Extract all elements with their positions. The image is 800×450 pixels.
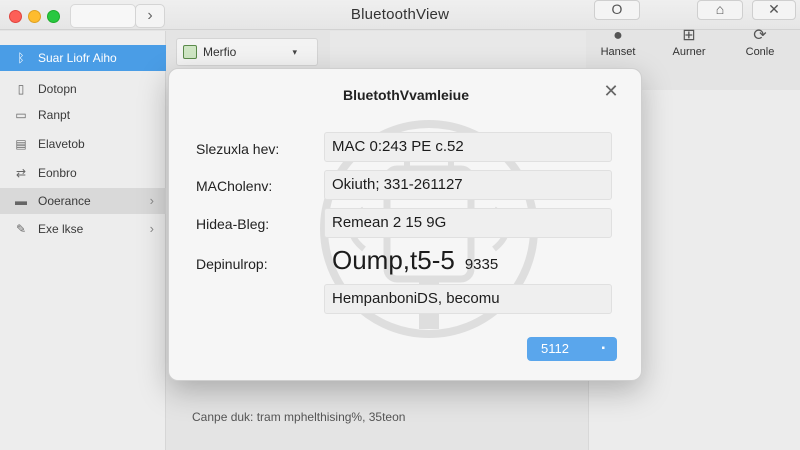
grid-icon: ⊞ — [682, 27, 696, 44]
info-icon: ● — [613, 27, 623, 44]
sidebar-item-tools[interactable]: ✎ Exe lkse › — [0, 216, 166, 242]
sidebar-item-label: Ooerance — [38, 194, 91, 208]
action-label: Aurner — [672, 46, 706, 58]
field-value: MAC 0:243 PE c.52 — [332, 138, 464, 155]
status-text: Canpe duk: tram mphelthising%, 35teon — [192, 410, 406, 424]
chevron-down-icon: ▾ — [292, 47, 297, 57]
action-button-info[interactable]: ● Hanset — [587, 26, 649, 70]
sidebar-item-label: Suar Liofr Aiho — [38, 51, 117, 65]
tools-icon: ✎ — [15, 222, 27, 236]
action-button-refresh[interactable]: ⟳ Conle — [729, 26, 791, 70]
sidebar: ᛒ Suar Liofr Aiho ▯ Dotopn ▭ Ranpt ▤ Ela… — [0, 31, 166, 450]
monitor-icon: ▭ — [15, 108, 27, 122]
sidebar-item-label: Eonbro — [38, 166, 77, 180]
chevron-right-icon: › — [149, 221, 154, 236]
file-icon: ▤ — [15, 137, 27, 151]
action-label: Hanset — [600, 46, 636, 58]
toolbar-home-button[interactable]: ⌂ — [697, 0, 743, 20]
sidebar-item-drive[interactable]: ▬ Ooerance › — [0, 188, 166, 214]
field-label: Slezuxla hev: — [196, 141, 280, 157]
device-icon: ▯ — [17, 82, 25, 96]
field-value-main: Oump,t5-5 — [332, 245, 455, 275]
circle-icon: O — [611, 1, 623, 17]
field-value: HempanboniDS, becomu — [332, 290, 500, 307]
toolbar-circle-button[interactable]: O — [594, 0, 640, 20]
field-value: Okiuth; 331-261127 — [332, 176, 463, 193]
square-icon: ▪ — [601, 343, 605, 354]
dialog-title: BluetothVvamleiue — [342, 87, 470, 103]
image-icon — [183, 45, 197, 59]
field-label: Depinulrop: — [196, 256, 268, 272]
field-value-large: Oump,t5-5 9335 — [332, 245, 498, 276]
sidebar-item-label: Elavetob — [38, 137, 85, 151]
connection-icon: ⇄ — [15, 166, 27, 180]
toolbar-close-button[interactable]: ✕ — [752, 0, 796, 20]
view-dropdown[interactable]: Merfio ▾ — [176, 38, 318, 66]
dropdown-label: Merfio — [203, 45, 237, 59]
sidebar-item-files[interactable]: ▤ Elavetob — [0, 131, 166, 157]
sidebar-item-label: Exe lkse — [38, 222, 84, 236]
field-value: Remean 2 15 9G — [332, 214, 447, 231]
drive-icon: ▬ — [15, 194, 27, 208]
close-icon: ✕ — [768, 1, 780, 17]
sidebar-item-devices[interactable]: ▯ Dotopn — [0, 76, 166, 102]
sidebar-item-connection[interactable]: ⇄ Eonbro — [0, 160, 166, 186]
sidebar-item-monitor[interactable]: ▭ Ranpt — [0, 102, 166, 128]
action-button-grid[interactable]: ⊞ Aurner — [658, 26, 720, 70]
button-label: 5112 — [541, 341, 569, 356]
action-label: Conle — [745, 46, 775, 58]
close-icon[interactable]: ✕ — [601, 81, 621, 101]
device-info-dialog: BluetothVvamleiue ✕ Slezuxla hev: MAC 0:… — [168, 68, 642, 381]
refresh-icon: ⟳ — [753, 27, 767, 44]
chevron-right-icon: › — [149, 193, 154, 208]
sidebar-item-label: Dotopn — [38, 82, 77, 96]
field-label: MACholenv: — [196, 178, 273, 194]
sidebar-item-label: Ranpt — [38, 108, 71, 122]
dialog-action-button[interactable]: 5112 ▪ — [527, 337, 617, 361]
field-value-suffix: 9335 — [464, 256, 499, 273]
bluetooth-icon: ᛒ — [17, 51, 25, 65]
field-label: Hidea-Bleg: — [196, 216, 270, 232]
sidebar-item-bluetooth[interactable]: ᛒ Suar Liofr Aiho — [0, 45, 166, 71]
home-icon: ⌂ — [715, 1, 725, 17]
window-title: BluetoothView — [350, 6, 450, 23]
